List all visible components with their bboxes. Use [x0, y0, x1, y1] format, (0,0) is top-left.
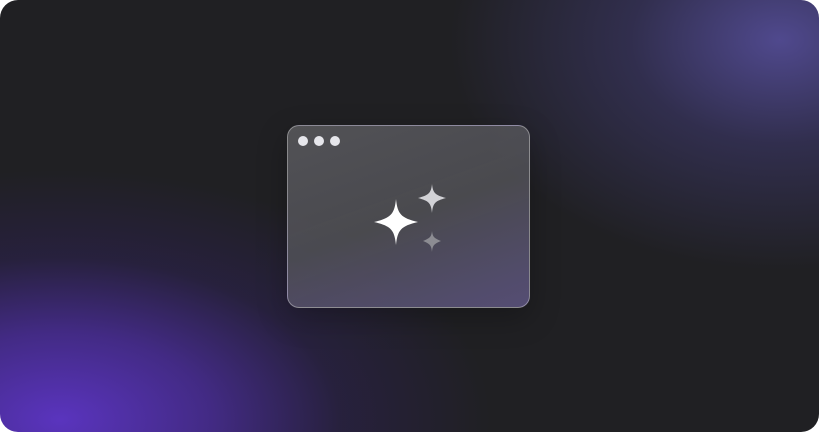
sparkle-small-icon: [423, 231, 441, 252]
sparkle-large-icon: [374, 199, 418, 245]
hero-background: [0, 0, 819, 432]
sparkle-medium-icon: [418, 184, 446, 213]
app-window-illustration: [287, 125, 530, 308]
sparkles-icon: [374, 184, 446, 252]
